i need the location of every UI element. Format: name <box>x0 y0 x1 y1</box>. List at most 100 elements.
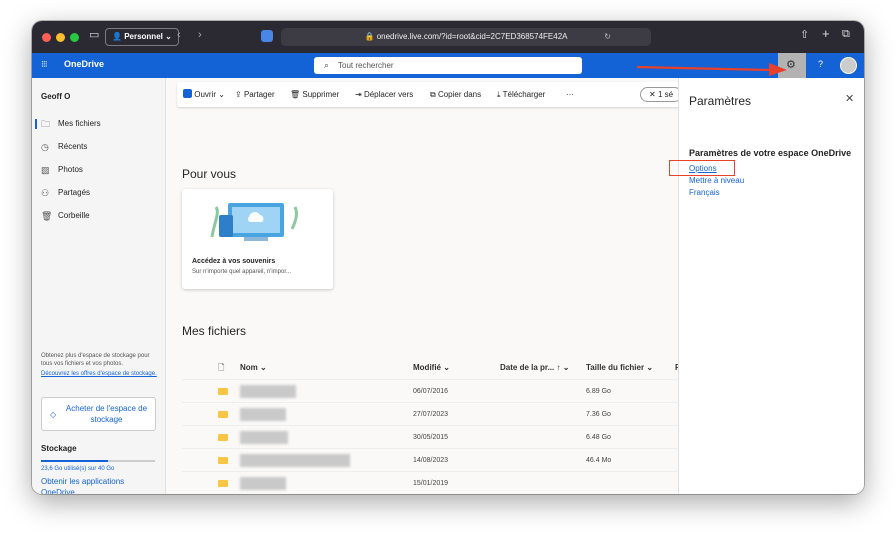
buy-storage-button[interactable]: ◇ Acheter de l'espace de stockage <box>41 397 156 431</box>
file-name-redacted <box>240 477 286 490</box>
reload-icon[interactable]: ↻ <box>604 28 611 46</box>
storage-offers-link[interactable]: Découvrez les offres d'espace de stockag… <box>41 370 159 378</box>
column-modified[interactable]: Modifié ⌄ <box>413 363 450 372</box>
download-icon: ⤓ <box>497 90 501 99</box>
sidebar-toggle-icon[interactable]: ▭ <box>89 28 99 41</box>
file-name-redacted <box>240 454 350 467</box>
address-bar[interactable]: 🔒 onedrive.live.com/?id=root&cid=2C7ED36… <box>281 28 651 46</box>
get-apps-link[interactable]: Obtenir les applications OneDrive <box>41 476 151 494</box>
tab-favicon-icon[interactable] <box>261 30 273 42</box>
gear-icon: ⚙ <box>786 59 796 71</box>
files-table-header: 🗋 Nom ⌄ Modifié ⌄ Date de la pr... ↑ ⌄ T… <box>182 354 682 380</box>
outlook-icon <box>183 89 192 98</box>
back-icon[interactable]: ‹ <box>177 29 181 41</box>
active-indicator <box>35 119 37 129</box>
sidebar-item-label: Photos <box>58 165 83 174</box>
share-button[interactable]: ⇪ Partager <box>235 82 275 107</box>
table-row[interactable]: 27/07/2023 7.36 Go <box>182 403 682 426</box>
column-date[interactable]: Date de la pr... ↑ ⌄ <box>500 363 569 372</box>
sidebar-item-label: Partagés <box>58 188 91 197</box>
help-icon[interactable]: ? <box>818 59 823 69</box>
command-bar: Ouvrir ⌄ ⇪ Partager 🗑 Supprimer ⇥ Déplac… <box>177 82 697 107</box>
zoom-window-button[interactable] <box>70 33 79 42</box>
trash-icon: 🗑 <box>41 211 53 221</box>
column-name[interactable]: Nom ⌄ <box>240 363 267 372</box>
storage-bar-fill <box>41 460 109 462</box>
settings-title: Paramètres <box>689 94 752 108</box>
language-link[interactable]: Français <box>689 188 720 197</box>
column-name-label: Nom <box>240 363 258 372</box>
share-icon: ⇪ <box>235 90 242 99</box>
sidebar-item-label: Mes fichiers <box>58 119 101 128</box>
browser-toolbar: ▭ 👤 Personnel ⌄ ‹ › 🔒 onedrive.live.com/… <box>32 21 864 53</box>
upgrade-link[interactable]: Mettre à niveau <box>689 176 744 185</box>
table-row[interactable]: 06/07/2016 6.89 Go <box>182 380 682 403</box>
file-size: 46.4 Mo <box>586 457 612 464</box>
clock-icon: ◷ <box>41 142 49 152</box>
sidebar-item-recents[interactable]: ◷ Récents <box>38 137 160 157</box>
move-button[interactable]: ⇥ Déplacer vers <box>355 82 413 107</box>
copy-icon: ⧉ <box>430 90 436 99</box>
people-icon: ⚇ <box>41 188 50 198</box>
share-icon[interactable]: ⇧ <box>800 28 809 41</box>
sidebar-item-mes-fichiers[interactable]: 🗀 Mes fichiers <box>35 114 160 134</box>
column-size[interactable]: Taille du fichier ⌄ <box>586 363 653 372</box>
folder-icon: 🗀 <box>41 119 51 129</box>
file-name-redacted <box>240 385 296 398</box>
download-button[interactable]: ⤓ Télécharger <box>497 82 545 107</box>
close-icon: ✕ <box>649 90 656 99</box>
table-row[interactable]: 15/01/2019 <box>182 472 682 494</box>
forward-icon[interactable]: › <box>198 29 202 41</box>
selection-counter[interactable]: ✕ 1 sé <box>640 87 683 102</box>
file-modified: 15/01/2019 <box>413 480 449 487</box>
selection-label: 1 sé <box>657 90 674 99</box>
annotation-highlight-box <box>669 160 735 176</box>
profile-label: Personnel <box>124 32 163 41</box>
copy-label: Copier dans <box>437 90 482 99</box>
file-name-redacted <box>240 408 286 421</box>
sidebar-item-partages[interactable]: ⚇ Partagés <box>38 183 160 203</box>
folder-icon <box>218 388 228 395</box>
file-modified: 30/05/2015 <box>413 434 449 441</box>
app-title[interactable]: OneDrive <box>64 59 104 69</box>
minimize-window-button[interactable] <box>56 33 65 42</box>
sidebar-item-corbeille[interactable]: 🗑 Corbeille <box>38 206 160 226</box>
tabs-overview-icon[interactable]: ⧉ <box>842 28 850 41</box>
file-modified: 27/07/2023 <box>413 411 449 418</box>
table-row[interactable]: 30/05/2015 6.48 Go <box>182 426 682 449</box>
column-size-label: Taille du fichier <box>586 363 645 372</box>
folder-icon <box>218 411 228 418</box>
annotation-arrow <box>637 63 787 76</box>
profile-menu[interactable]: 👤 Personnel ⌄ <box>105 28 179 46</box>
folder-icon <box>218 457 228 464</box>
storage-bar <box>41 460 155 462</box>
settings-section-title: Paramètres de votre espace OneDrive <box>689 148 852 158</box>
more-button[interactable]: ··· <box>566 82 574 107</box>
delete-button[interactable]: 🗑 Supprimer <box>290 82 339 107</box>
new-tab-icon[interactable]: + <box>822 26 830 41</box>
settings-panel: Paramètres ✕ Paramètres de votre espace … <box>669 78 864 494</box>
close-window-button[interactable] <box>42 33 51 42</box>
sidebar-item-photos[interactable]: ▨ Photos <box>38 160 160 180</box>
close-panel-icon[interactable]: ✕ <box>845 92 854 105</box>
memories-card[interactable]: Accédez à vos souvenirs Sur n'importe qu… <box>182 189 333 289</box>
sidebar: Geoff O 🗀 Mes fichiers ◷ Récents ▨ Photos ⚇… <box>32 78 166 494</box>
for-you-title: Pour vous <box>182 167 237 181</box>
table-row[interactable]: 14/08/2023 46.4 Mo <box>182 449 682 472</box>
diamond-icon: ◇ <box>50 410 57 419</box>
open-label: Ouvrir <box>194 90 217 99</box>
share-label: Partager <box>243 90 275 99</box>
file-type-icon: 🗋 <box>218 363 225 372</box>
url-text: onedrive.live.com/?id=root&cid=2C7ED3685… <box>376 32 568 41</box>
app-launcher-icon[interactable]: ⁝⁝⁝ <box>41 59 48 70</box>
copy-button[interactable]: ⧉ Copier dans <box>430 82 481 107</box>
files-title: Mes fichiers <box>182 324 247 338</box>
download-label: Télécharger <box>502 90 546 99</box>
card-title: Accédez à vos souvenirs <box>192 258 276 265</box>
storage-used[interactable]: 23,6 Go utilisé(s) sur 40 Go <box>41 466 114 472</box>
card-subtitle: Sur n'importe quel appareil, n'impor... <box>192 269 292 275</box>
open-button[interactable]: Ouvrir ⌄ <box>183 82 225 107</box>
avatar[interactable] <box>840 57 857 74</box>
browser-window: ▭ 👤 Personnel ⌄ ‹ › 🔒 onedrive.live.com/… <box>32 21 864 494</box>
search-input[interactable]: ⌕ Tout rechercher <box>314 57 582 74</box>
